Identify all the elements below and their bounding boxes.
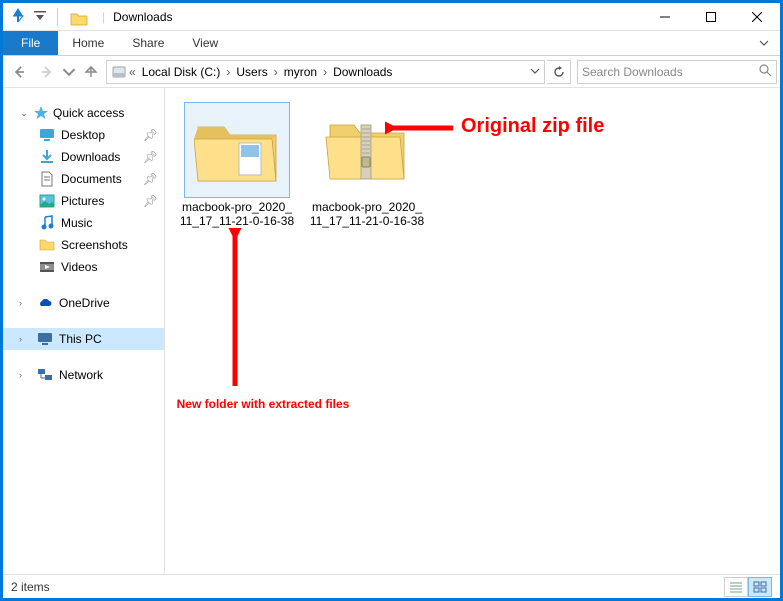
- nav-item-screenshots[interactable]: Screenshots: [3, 234, 164, 256]
- downloads-icon: [39, 149, 55, 165]
- computer-icon: [37, 331, 53, 347]
- file-item-folder[interactable]: macbook-pro_2020_11_17_11-21-0-16-38: [179, 102, 295, 229]
- folder-icon: [70, 10, 88, 24]
- crumb-downloads[interactable]: Downloads: [329, 61, 396, 83]
- zip-thumbnail: [314, 102, 420, 198]
- cloud-icon: [37, 295, 53, 311]
- nav-this-pc[interactable]: ›This PC: [3, 328, 164, 350]
- tab-home[interactable]: Home: [58, 31, 118, 55]
- window-title: Downloads: [113, 10, 172, 24]
- expand-chevron-icon[interactable]: ›: [19, 334, 29, 344]
- file-item-zip[interactable]: macbook-pro_2020_11_17_11-21-0-16-38: [309, 102, 425, 229]
- qat-separator: [57, 8, 58, 26]
- forward-button[interactable]: [34, 59, 60, 85]
- disk-icon: [111, 64, 127, 80]
- folder-icon: [39, 237, 55, 253]
- navigation-pane[interactable]: ⌄ Quick access Desktop📌︎ Downloads📌︎ Doc…: [3, 88, 165, 574]
- chevron-right-icon[interactable]: ›: [224, 65, 232, 79]
- crumb-myron[interactable]: myron: [280, 61, 321, 83]
- search-icon: [758, 63, 772, 80]
- qat-separator-2: |: [102, 10, 105, 24]
- recent-locations-button[interactable]: [62, 59, 76, 85]
- network-icon: [37, 367, 53, 383]
- address-bar-row: « Local Disk (C:) › Users › myron › Down…: [3, 56, 780, 88]
- file-label: macbook-pro_2020_11_17_11-21-0-16-38: [179, 200, 295, 229]
- pin-icon: 📌︎: [143, 194, 158, 208]
- annotation-folder-label: New folder with extracted files: [163, 390, 363, 415]
- chevron-right-icon[interactable]: ›: [272, 65, 280, 79]
- tab-share[interactable]: Share: [118, 31, 178, 55]
- nav-item-videos[interactable]: Videos: [3, 256, 164, 278]
- nav-onedrive[interactable]: ›OneDrive: [3, 292, 164, 314]
- videos-icon: [39, 259, 55, 275]
- nav-item-documents[interactable]: Documents📌︎: [3, 168, 164, 190]
- music-icon: [39, 215, 55, 231]
- documents-icon: [39, 171, 55, 187]
- ribbon-expand-button[interactable]: [748, 31, 780, 55]
- crumb-users[interactable]: Users: [232, 61, 271, 83]
- expand-chevron-icon[interactable]: ›: [19, 298, 29, 308]
- maximize-button[interactable]: [688, 3, 734, 31]
- close-button[interactable]: [734, 3, 780, 31]
- ribbon-tabs: File Home Share View: [3, 31, 780, 56]
- nav-item-music[interactable]: Music: [3, 212, 164, 234]
- tab-view[interactable]: View: [178, 31, 232, 55]
- file-list-pane[interactable]: macbook-pro_2020_11_17_11-21-0-16-38: [165, 88, 780, 574]
- search-box[interactable]: [577, 60, 777, 84]
- pin-icon: 📌︎: [143, 172, 158, 186]
- crumb-disk[interactable]: Local Disk (C:): [138, 61, 225, 83]
- expand-chevron-icon[interactable]: ›: [19, 370, 29, 380]
- file-label: macbook-pro_2020_11_17_11-21-0-16-38: [309, 200, 425, 229]
- chevron-right-icon[interactable]: ›: [321, 65, 329, 79]
- icons-view-button[interactable]: [748, 577, 772, 597]
- back-button[interactable]: [6, 59, 32, 85]
- main-area: ⌄ Quick access Desktop📌︎ Downloads📌︎ Doc…: [3, 88, 780, 574]
- view-switcher: [724, 577, 772, 597]
- nav-item-pictures[interactable]: Pictures📌︎: [3, 190, 164, 212]
- titlebar: | Downloads: [3, 3, 780, 31]
- annotation-zip-label: Original zip file: [461, 115, 604, 138]
- folder-thumbnail: [184, 102, 290, 198]
- annotation-arrow-folder: [223, 228, 247, 388]
- nav-item-desktop[interactable]: Desktop📌︎: [3, 124, 164, 146]
- overflow-chevron[interactable]: «: [127, 65, 138, 79]
- quick-access-header[interactable]: ⌄ Quick access: [3, 102, 164, 124]
- refresh-button[interactable]: [547, 60, 571, 84]
- details-view-button[interactable]: [724, 577, 748, 597]
- pin-icon: 📌︎: [143, 150, 158, 164]
- search-input[interactable]: [582, 65, 772, 79]
- quick-access-label: Quick access: [53, 106, 124, 120]
- minimize-button[interactable]: [642, 3, 688, 31]
- desktop-icon: [39, 127, 55, 143]
- status-item-count: 2 items: [11, 580, 50, 594]
- up-button[interactable]: [78, 59, 104, 85]
- nav-item-downloads[interactable]: Downloads📌︎: [3, 146, 164, 168]
- star-icon: [33, 105, 49, 121]
- pictures-icon: [39, 193, 55, 209]
- file-tab[interactable]: File: [3, 31, 58, 55]
- qat-dropdown-icon[interactable]: [31, 6, 49, 27]
- status-bar: 2 items: [3, 574, 780, 598]
- breadcrumb[interactable]: « Local Disk (C:) › Users › myron › Down…: [106, 60, 545, 84]
- quick-access-toolbar: | Downloads: [3, 6, 173, 27]
- pin-icon: 📌︎: [143, 128, 158, 142]
- app-icon: [9, 6, 27, 27]
- address-dropdown-button[interactable]: [530, 65, 544, 79]
- window-controls: [642, 3, 780, 31]
- collapse-chevron-icon[interactable]: ⌄: [19, 108, 29, 119]
- nav-network[interactable]: ›Network: [3, 364, 164, 386]
